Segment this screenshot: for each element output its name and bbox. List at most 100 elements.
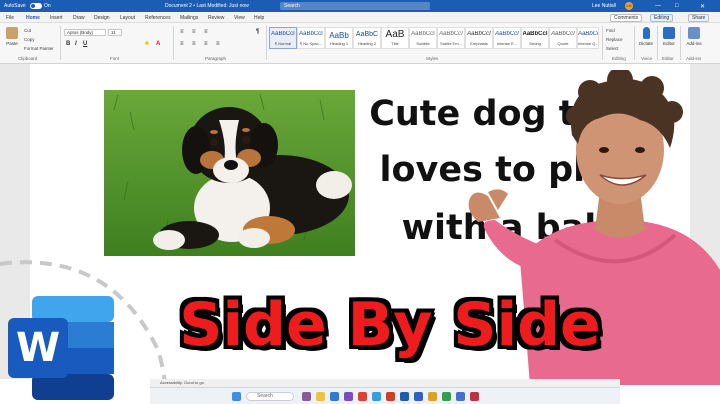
italic-button[interactable]: I: [75, 41, 77, 47]
app-icon[interactable]: [470, 392, 479, 401]
style-quote[interactable]: AaBbCcI Quote: [549, 27, 577, 49]
app-icon[interactable]: [358, 392, 367, 401]
app-icon[interactable]: [386, 392, 395, 401]
minimize-icon[interactable]: —: [655, 3, 661, 9]
editor-button[interactable]: Editor: [660, 27, 678, 55]
numbering-icon[interactable]: ≡: [192, 29, 196, 35]
dog-photo[interactable]: [104, 90, 355, 256]
style-name: Intense E...: [496, 41, 518, 46]
taskbar: Search: [150, 387, 620, 404]
app-icon[interactable]: [456, 392, 465, 401]
format-painter-button[interactable]: Format Painter: [24, 46, 54, 51]
word-taskbar-icon[interactable]: [400, 392, 409, 401]
tab-view[interactable]: View: [234, 15, 245, 21]
style-intense-emphasis[interactable]: AaBbCcI Intense E...: [493, 27, 521, 49]
underline-button[interactable]: U: [83, 41, 87, 47]
replace-button[interactable]: Replace: [606, 37, 623, 42]
taskbar-search[interactable]: Search: [246, 392, 294, 401]
app-icon[interactable]: [414, 392, 423, 401]
style-sample: AaBbCcI: [495, 31, 519, 37]
avatar[interactable]: LN: [625, 2, 633, 10]
app-icon[interactable]: [372, 392, 381, 401]
app-icon[interactable]: [428, 392, 437, 401]
tab-file[interactable]: File: [6, 15, 14, 21]
style-subtle-emphasis[interactable]: AaBbCcI Subtle Em...: [437, 27, 465, 49]
cut-button[interactable]: Cut: [24, 28, 31, 33]
tab-insert[interactable]: Insert: [50, 15, 63, 21]
style-normal[interactable]: AaBbCcI ¶ Normal: [269, 27, 297, 49]
tab-mailings[interactable]: Mailings: [180, 15, 198, 21]
tab-layout[interactable]: Layout: [120, 15, 135, 21]
style-strong[interactable]: AaBbCcI Strong: [521, 27, 549, 49]
document-title[interactable]: Document 2 • Last Modified: Just now: [165, 3, 249, 9]
align-center-icon[interactable]: ≡: [192, 41, 196, 47]
style-name: Emphasis: [470, 41, 488, 46]
font-color-icon[interactable]: A: [156, 41, 160, 47]
style-heading-2[interactable]: AaBbC Heading 2: [353, 27, 381, 49]
tab-draw[interactable]: Draw: [73, 15, 85, 21]
divider: [266, 26, 267, 60]
tab-design[interactable]: Design: [94, 15, 110, 21]
comments-button[interactable]: Comments: [610, 14, 643, 22]
paste-icon: [6, 27, 18, 39]
style-sample: AaBbCcI: [467, 31, 491, 37]
paste-button[interactable]: Paste: [3, 27, 21, 55]
style-intense-quote[interactable]: AaBbCcI Intense Q...: [577, 27, 599, 49]
styles-group-label: Styles: [426, 56, 439, 61]
user-name[interactable]: Lee Nuttall: [592, 3, 616, 9]
close-icon[interactable]: ✕: [700, 3, 705, 10]
justify-icon[interactable]: ≡: [216, 41, 220, 47]
edge-icon[interactable]: [330, 392, 339, 401]
microphone-icon: [642, 27, 650, 39]
align-left-icon[interactable]: ≡: [180, 41, 184, 47]
tab-help[interactable]: Help: [254, 15, 264, 21]
style-subtitle[interactable]: AaBbCcI Subtitle: [409, 27, 437, 49]
share-button[interactable]: Share: [688, 14, 710, 22]
style-sample: AaBbC: [355, 31, 379, 38]
tab-home[interactable]: Home: [26, 15, 40, 24]
highlight-icon[interactable]: ■: [145, 41, 149, 47]
autosave-label: AutoSave: [4, 3, 26, 9]
font-name-select[interactable]: Aptos (Body): [64, 29, 106, 36]
editing-mode-button[interactable]: Editing: [650, 14, 674, 22]
tab-review[interactable]: Review: [208, 15, 224, 21]
select-button[interactable]: Select: [606, 46, 619, 51]
dictate-button[interactable]: Dictate: [637, 27, 655, 55]
add-ins-group-label: Add-ins: [686, 56, 702, 61]
copy-button[interactable]: Copy: [24, 37, 35, 42]
store-icon[interactable]: [344, 392, 353, 401]
task-view-icon[interactable]: [302, 392, 311, 401]
style-name: ¶ Normal: [274, 41, 292, 46]
dog-photo-drawing: [104, 90, 355, 256]
pilcrow-icon[interactable]: ¶: [256, 29, 259, 35]
style-sample: AaBbCcI: [439, 31, 463, 37]
autosave-toggle[interactable]: [30, 3, 42, 9]
editor-label: Editor: [663, 41, 675, 46]
title-search-box[interactable]: Search: [280, 2, 430, 10]
app-icon[interactable]: [442, 392, 451, 401]
taskbar-search-placeholder: Search: [257, 393, 273, 399]
style-sample: AaBbCcI: [411, 31, 435, 37]
tab-references[interactable]: References: [145, 15, 171, 21]
autosave-state: On: [44, 3, 51, 9]
start-icon[interactable]: [232, 392, 241, 401]
style-name: ¶ No Spac...: [300, 41, 322, 46]
paragraph-group-label: Paragraph: [205, 56, 227, 61]
file-explorer-icon[interactable]: [316, 392, 325, 401]
multilevel-icon[interactable]: ≡: [204, 29, 208, 35]
accessibility-status[interactable]: Accessibility: Good to go: [160, 380, 204, 385]
maximize-icon[interactable]: □: [675, 3, 679, 9]
bold-button[interactable]: B: [66, 41, 70, 47]
bullets-icon[interactable]: ≡: [180, 29, 184, 35]
find-button[interactable]: Find: [606, 28, 615, 33]
style-name: Heading 2: [357, 41, 377, 46]
add-ins-button[interactable]: Add-ins: [683, 27, 705, 55]
align-right-icon[interactable]: ≡: [204, 41, 208, 47]
voice-group-label: Voice: [641, 56, 653, 61]
style-title[interactable]: AaB Title: [381, 27, 409, 49]
style-emphasis[interactable]: AaBbCcI Emphasis: [465, 27, 493, 49]
style-no-spacing[interactable]: AaBbCcI ¶ No Spac...: [297, 27, 325, 49]
divider: [173, 26, 174, 60]
style-heading-1[interactable]: AaBb Heading 1: [325, 27, 353, 49]
font-size-select[interactable]: 11: [108, 29, 122, 36]
